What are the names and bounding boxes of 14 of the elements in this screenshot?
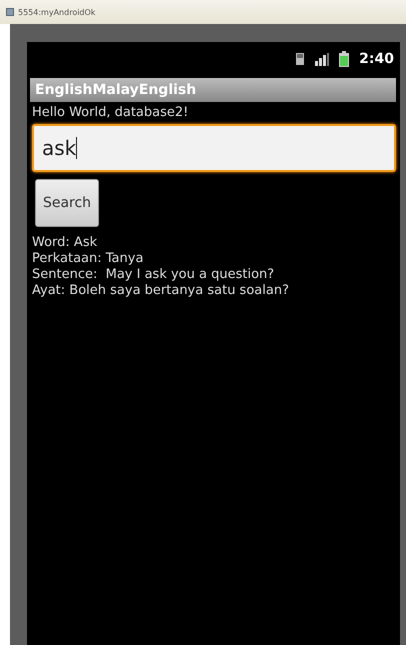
window-title: 5554:myAndroidOk bbox=[18, 8, 96, 16]
result-text: Ayat: Boleh saya bertanya satu soalan? bbox=[32, 283, 290, 299]
app-icon bbox=[6, 8, 14, 16]
result-text: Word: Ask bbox=[32, 235, 98, 251]
clock-time: 2:40 bbox=[359, 51, 394, 67]
search-button[interactable]: Search bbox=[35, 179, 99, 227]
signal-icon bbox=[315, 52, 330, 66]
search-field[interactable]: ask bbox=[32, 124, 396, 172]
battery-icon bbox=[339, 51, 350, 67]
greeting-text: Hello World, database2! bbox=[31, 104, 190, 122]
result-text: Sentence: May I ask you a question? bbox=[32, 267, 276, 283]
sd-card-icon bbox=[295, 52, 306, 66]
app-title-bar: EnglishMalayEnglish bbox=[30, 78, 396, 102]
result-text: Perkataan: Tanya bbox=[32, 251, 144, 267]
